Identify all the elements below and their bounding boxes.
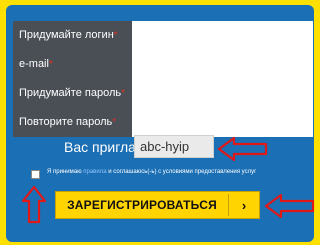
arrow-up-icon <box>21 185 47 224</box>
arrow-left-icon <box>217 136 268 162</box>
arrow-left-icon <box>264 193 315 219</box>
annotation-overlay <box>21 136 315 224</box>
